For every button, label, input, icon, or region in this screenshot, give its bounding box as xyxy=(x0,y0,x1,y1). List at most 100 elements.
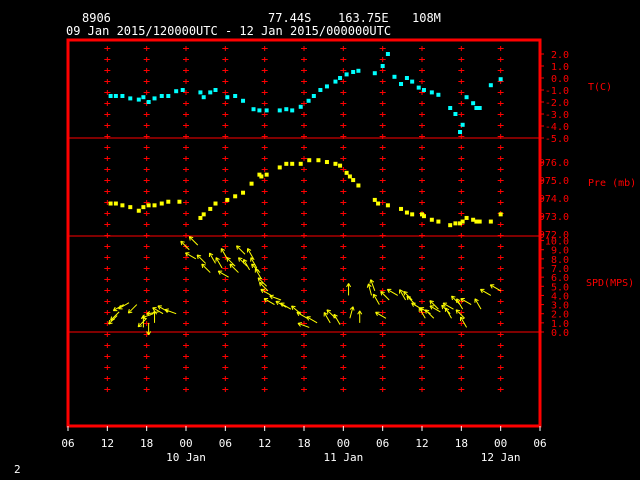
wind-vector xyxy=(386,288,398,296)
temperature-point xyxy=(471,101,476,106)
temperature-point xyxy=(380,64,385,68)
wind-vector xyxy=(474,298,482,310)
pressure-point xyxy=(277,165,282,170)
temperature-point xyxy=(146,100,151,104)
wind-vector xyxy=(237,257,248,267)
wind-vector-shaft xyxy=(201,263,211,273)
wind-vector xyxy=(366,283,373,296)
pressure-point xyxy=(410,212,415,217)
y-tick-label: 975.0 xyxy=(539,176,569,187)
pressure-point xyxy=(113,201,118,206)
temperature-point xyxy=(436,92,441,97)
y-tick-label: -2.0 xyxy=(545,98,569,109)
wind-vector xyxy=(263,297,275,306)
wind-vector xyxy=(306,316,318,324)
wind-vector xyxy=(369,279,376,292)
temperature-point xyxy=(458,130,463,134)
pressure-point xyxy=(372,197,377,202)
wind-vector xyxy=(137,317,148,328)
pressure-point xyxy=(249,181,254,186)
temperature-point xyxy=(298,104,303,109)
pressure-point xyxy=(356,183,361,188)
temperature-point xyxy=(385,52,390,56)
temperature-point xyxy=(338,76,343,80)
y-tick-label: -5.0 xyxy=(545,134,569,145)
x-date-label: 11 Jan xyxy=(323,451,363,464)
temperature-point xyxy=(201,95,206,100)
wind-vector xyxy=(333,313,341,325)
pressure-point xyxy=(448,223,453,228)
temperature-point xyxy=(284,107,289,112)
pressure-point xyxy=(128,205,133,210)
pressure-point xyxy=(464,215,469,220)
pressure-point xyxy=(177,199,182,204)
pressure-point xyxy=(498,212,503,217)
temperature-point xyxy=(306,98,311,103)
pressure-point xyxy=(399,206,404,211)
pressure-point xyxy=(333,161,338,166)
pressure-point xyxy=(344,170,349,175)
y-tick-label: -3.0 xyxy=(545,110,569,121)
temperature-point xyxy=(198,90,203,95)
temperature-point xyxy=(311,94,316,98)
temperature-point xyxy=(108,94,113,98)
temperature-point xyxy=(290,108,295,113)
wind-vector xyxy=(180,240,190,251)
pressure-point xyxy=(225,197,230,202)
x-tick-label: 12 xyxy=(258,437,271,450)
wind-vector-shaft xyxy=(137,317,148,328)
pressure-point xyxy=(351,178,356,183)
met-time-series-chart: 2.01.00.0-1.0-2.0-3.0-4.0-5.0T(C)976.097… xyxy=(61,38,636,464)
wind-vector xyxy=(118,302,130,310)
temperature-point xyxy=(410,79,415,84)
pressure-point xyxy=(108,201,113,206)
temperature-point xyxy=(233,94,238,98)
wind-vector xyxy=(217,270,229,278)
pressure-point xyxy=(141,205,146,210)
pressure-point xyxy=(146,203,151,208)
wind-vector-shaft xyxy=(380,291,390,301)
temperature-point xyxy=(213,88,218,92)
x-tick-label: 00 xyxy=(494,437,507,450)
wind-vector xyxy=(323,312,331,324)
wind-vector xyxy=(296,311,308,319)
temperature-point xyxy=(399,82,404,86)
wind-vector-head xyxy=(366,283,369,288)
pressure-point xyxy=(213,201,218,206)
wind-vector-shaft xyxy=(110,311,120,321)
pressure-point xyxy=(159,201,164,206)
wind-vector-shaft xyxy=(238,257,248,267)
temperature-point xyxy=(333,79,338,84)
pressure-point xyxy=(120,203,125,208)
wind-vector-head xyxy=(164,308,169,311)
pressure-point xyxy=(136,208,141,213)
x-tick-label: 18 xyxy=(455,437,468,450)
temperature-point xyxy=(208,90,213,95)
pressure-point xyxy=(298,161,303,166)
y-tick-label: 973.0 xyxy=(539,212,569,223)
wind-vector-shaft xyxy=(188,236,199,246)
wind-vector-head xyxy=(352,306,355,311)
wind-vector xyxy=(480,288,492,296)
wind-vector xyxy=(357,310,363,323)
wind-vector-head xyxy=(146,313,151,316)
wind-vector xyxy=(146,322,152,336)
temperature-point xyxy=(464,95,469,100)
pressure-point xyxy=(338,163,343,168)
wind-vector xyxy=(208,252,216,264)
pressure-point xyxy=(460,219,465,224)
wind-vector xyxy=(215,257,223,269)
y-tick-label: 0.0 xyxy=(551,328,569,339)
temperature-point xyxy=(488,83,493,88)
temperature-point xyxy=(251,107,256,112)
temperature-point xyxy=(318,88,323,92)
pressure-point xyxy=(347,174,352,179)
temperature-point xyxy=(257,108,262,113)
wind-vector-shaft xyxy=(180,240,190,251)
temperature-point xyxy=(351,70,356,74)
wind-vector xyxy=(455,309,465,319)
pressure-point xyxy=(201,212,206,217)
panel-label: Pre (mb) xyxy=(588,178,636,189)
temperature-point xyxy=(416,85,421,90)
pressure-point xyxy=(166,199,171,204)
